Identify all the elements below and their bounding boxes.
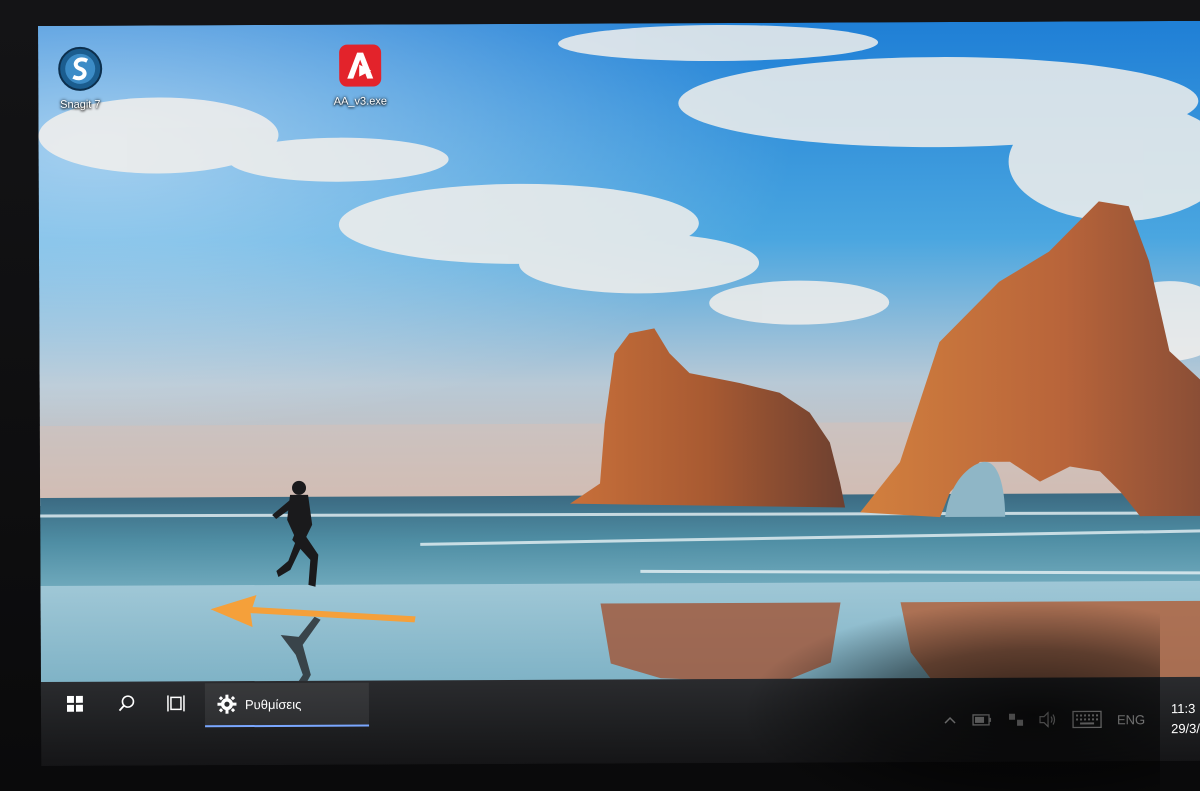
desktop-icon-label: Snagit 7 bbox=[60, 98, 101, 111]
language-label: ENG bbox=[1116, 711, 1146, 727]
battery-button[interactable] bbox=[963, 700, 1001, 740]
windows-logo-icon bbox=[66, 695, 83, 712]
screen: Snagit 7 AA_v3.exe Ρυθμίσεις ENG 11:3 29… bbox=[38, 20, 1200, 766]
task-view-button[interactable] bbox=[153, 681, 201, 725]
volume-button[interactable] bbox=[1031, 700, 1065, 740]
network-icon bbox=[1009, 713, 1024, 726]
network-button[interactable] bbox=[1001, 700, 1031, 740]
taskbar: Ρυθμίσεις ENG 11:3 29/3/ bbox=[40, 676, 1200, 766]
taskbar-app-settings[interactable]: Ρυθμίσεις bbox=[204, 682, 370, 728]
show-hidden-icons-button[interactable] bbox=[937, 700, 963, 740]
annotation-arrow bbox=[210, 595, 416, 628]
desktop-icon-label: AA_v3.exe bbox=[333, 95, 387, 108]
clock-date: 29/3/ bbox=[1171, 720, 1200, 737]
anydesk-icon bbox=[339, 44, 382, 87]
touch-keyboard-button[interactable] bbox=[1065, 699, 1109, 739]
gear-icon bbox=[217, 694, 237, 714]
snagit-icon bbox=[58, 46, 103, 91]
desktop-icon-aa-v3[interactable]: AA_v3.exe bbox=[324, 42, 396, 108]
clock[interactable]: 11:3 29/3/ bbox=[1171, 699, 1200, 739]
search-icon bbox=[118, 695, 135, 712]
language-indicator[interactable]: ENG bbox=[1109, 699, 1153, 739]
system-tray: ENG bbox=[937, 677, 1153, 762]
desktop-icon-snagit[interactable]: Snagit 7 bbox=[44, 46, 116, 111]
battery-icon bbox=[972, 714, 992, 726]
start-button[interactable] bbox=[51, 682, 99, 726]
taskbar-app-label: Ρυθμίσεις bbox=[244, 696, 302, 712]
chevron-up-icon bbox=[944, 716, 956, 724]
search-button[interactable] bbox=[103, 682, 151, 726]
clock-time: 11:3 bbox=[1170, 700, 1196, 717]
touch-keyboard-icon bbox=[1072, 710, 1102, 729]
task-view-icon bbox=[167, 695, 185, 712]
volume-icon bbox=[1039, 711, 1056, 728]
